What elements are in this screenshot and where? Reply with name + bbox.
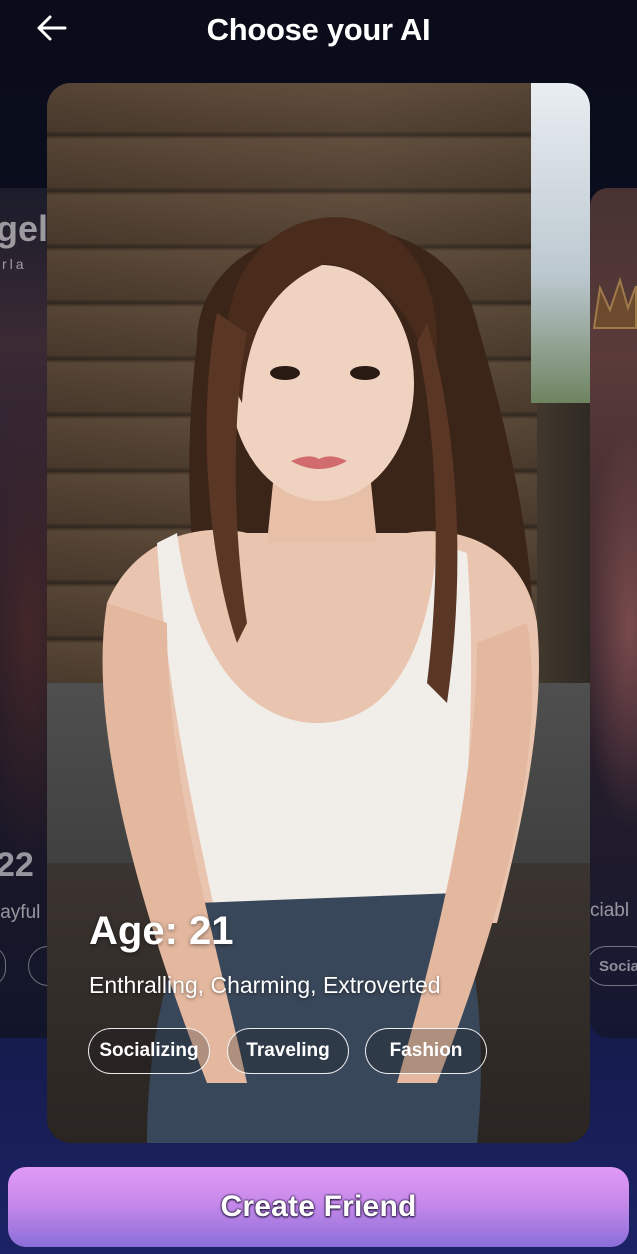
next-card-pill-label: Socia (599, 957, 637, 975)
previous-card-pill (28, 946, 48, 986)
crown-icon (592, 276, 637, 329)
next-card-traits: ciabl (590, 900, 630, 921)
selected-ai-card[interactable]: Age: 21 Enthralling, Charming, Extrovert… (47, 83, 590, 1143)
interest-tag-label: Traveling (246, 1040, 330, 1061)
previous-card-age: 22 (0, 846, 34, 884)
interest-tag-socializing[interactable]: Socializing (88, 1028, 210, 1074)
ai-traits: Enthralling, Charming, Extroverted (89, 972, 441, 998)
header: Choose your AI (0, 0, 637, 66)
previous-card-pill: y (0, 946, 7, 986)
next-ai-card[interactable]: ciabl Socia (590, 188, 637, 1038)
interest-tag-fashion[interactable]: Fashion (365, 1028, 487, 1074)
interest-tag-label: Fashion (389, 1040, 463, 1061)
interest-tag-label: Socializing (99, 1040, 199, 1061)
create-friend-button[interactable]: Create Friend (8, 1167, 629, 1247)
previous-card-name: gel (0, 208, 48, 249)
next-card-pill: Socia (590, 946, 637, 986)
previous-ai-card[interactable]: gel rla 22 layful y (0, 188, 48, 1038)
previous-card-traits: layful (0, 902, 41, 923)
choose-ai-screen: Choose your AI gel rla 22 layful y ciabl… (0, 0, 637, 1254)
page-title: Choose your AI (206, 12, 431, 47)
create-friend-label: Create Friend (220, 1190, 417, 1223)
interest-tag-traveling[interactable]: Traveling (227, 1028, 349, 1074)
previous-card-subtitle: rla (2, 256, 27, 272)
ai-age: Age: 21 (89, 909, 234, 953)
